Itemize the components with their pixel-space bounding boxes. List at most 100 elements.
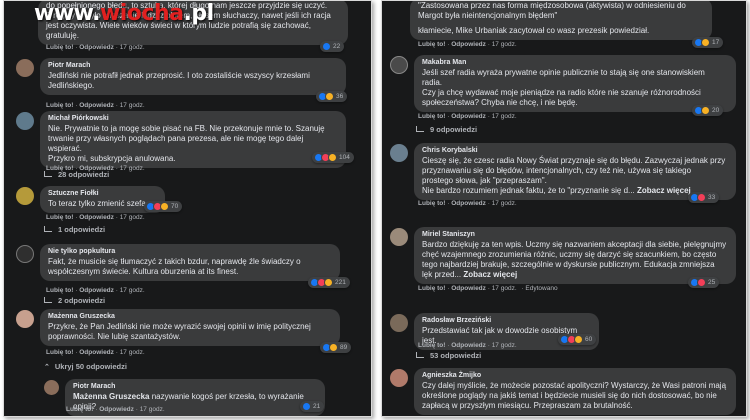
comment-author[interactable]: Agnieszka Żmijko xyxy=(422,371,728,381)
comment-actions: Lubię to! · Odpowiedz · 17 godz. xyxy=(46,102,145,109)
replies-label: 2 odpowiedzi xyxy=(58,296,106,305)
reply-link[interactable]: Odpowiedz xyxy=(99,406,134,413)
like-link[interactable]: Lubię to! xyxy=(46,287,73,294)
comment-bubble: Agnieszka Żmijko Czy dalej myślicie, że … xyxy=(414,368,736,415)
avatar[interactable] xyxy=(16,245,34,263)
reply-link[interactable]: Odpowiedz xyxy=(451,342,486,349)
chevron-up-icon: ⌃ xyxy=(44,363,50,371)
like-link[interactable]: Lubię to! xyxy=(46,102,73,109)
reaction-summary[interactable]: 221 xyxy=(308,277,350,288)
avatar[interactable] xyxy=(390,369,408,387)
view-replies-link[interactable]: 9 odpowiedzi xyxy=(416,125,477,134)
comment-actions: Lubię to! · Odpowiedz · 17 godz. xyxy=(66,406,165,413)
like-link[interactable]: Lubię to! xyxy=(418,113,445,120)
comment-author[interactable]: Nie tylko popkultura xyxy=(48,247,332,257)
comment-actions: Lubię to! · Odpowiedz · 17 godz. xyxy=(46,287,145,294)
comment-author[interactable]: Piotr Marach xyxy=(48,61,338,71)
timestamp: 17 godz. xyxy=(119,165,145,172)
like-link[interactable]: Lubię to! xyxy=(46,214,73,221)
comment-bubble: Nie tylko popkultura Fakt, że musicie si… xyxy=(40,244,340,281)
view-replies-link[interactable]: 53 odpowiedzi xyxy=(416,351,481,360)
reaction-count: 17 xyxy=(712,39,720,46)
view-replies-link[interactable]: 1 odpowiedzi xyxy=(44,225,105,234)
like-link[interactable]: Lubię to! xyxy=(418,41,445,48)
reply-link[interactable]: Odpowiedz xyxy=(451,285,486,292)
comment-bubble: Piotr Marach Jedliński nie potrafił jedn… xyxy=(40,58,346,95)
comment-text: trwanie przy własnych poglądach pana pre… xyxy=(48,134,304,153)
reply-link[interactable]: Odpowiedz xyxy=(79,287,114,294)
haha-reaction-icon xyxy=(160,202,169,211)
comment-author[interactable]: Chris Korybalski xyxy=(422,146,728,156)
like-link[interactable]: Lubię to! xyxy=(46,44,73,51)
avatar[interactable] xyxy=(16,59,34,77)
reaction-summary[interactable]: 33 xyxy=(688,192,720,203)
avatar[interactable] xyxy=(390,314,408,332)
avatar[interactable] xyxy=(16,310,34,328)
like-link[interactable]: Lubię to! xyxy=(66,406,93,413)
comment-author[interactable]: Radosław Brzeziński xyxy=(422,316,591,326)
hide-replies-link[interactable]: ⌃ Ukryj 50 odpowiedzi xyxy=(44,362,127,371)
comment-text: współczesnym świecie. Kultura oburzenia … xyxy=(48,267,239,276)
avatar[interactable] xyxy=(390,228,408,246)
comment-author[interactable]: Piotr Marach xyxy=(73,382,317,392)
reply-link[interactable]: Odpowiedz xyxy=(79,102,114,109)
reply-arrow-icon xyxy=(416,125,424,132)
timestamp: 17 godz. xyxy=(491,342,517,349)
reply-link[interactable]: Odpowiedz xyxy=(79,214,114,221)
comment-author[interactable]: Michał Piórkowski xyxy=(48,114,338,124)
avatar[interactable] xyxy=(44,380,59,395)
comment-text: chęć wzajemnego zrozumienia różnic, uczm… xyxy=(422,250,717,259)
reaction-summary[interactable]: 25 xyxy=(688,277,720,288)
avatar[interactable] xyxy=(16,187,34,205)
view-replies-link[interactable]: 28 odpowiedzi xyxy=(44,170,109,179)
comment-bubble: Makabra Man Jeśli szef radia wyraża pryw… xyxy=(414,55,736,112)
timestamp: 17 godz. xyxy=(119,44,145,51)
reply-link[interactable]: Odpowiedz xyxy=(79,44,114,51)
like-link[interactable]: Lubię to! xyxy=(418,200,445,207)
reaction-summary[interactable]: 70 xyxy=(144,201,183,212)
see-more-link[interactable]: Zobacz więcej xyxy=(463,270,517,279)
comment-author[interactable]: Sztuczne Fiołki xyxy=(48,189,157,199)
reply-link[interactable]: Odpowiedz xyxy=(451,113,486,120)
love-reaction-icon xyxy=(697,278,706,287)
avatar[interactable] xyxy=(390,56,408,74)
reaction-summary[interactable]: 17 xyxy=(692,37,724,48)
view-replies-link[interactable]: 2 odpowiedzi xyxy=(44,296,105,305)
comment-text: Czy ja chcę wydawać moje pieniądze na ra… xyxy=(422,88,701,97)
reaction-count: 221 xyxy=(335,279,346,286)
watermark-logo: www.wiocha.pl xyxy=(34,1,214,26)
reaction-summary[interactable]: 89 xyxy=(320,342,352,353)
mention-tag[interactable]: Mażenna Gruszecka xyxy=(73,392,149,401)
haha-reaction-icon xyxy=(701,38,710,47)
avatar[interactable] xyxy=(16,112,34,130)
reaction-summary[interactable]: 104 xyxy=(312,152,354,163)
reaction-summary[interactable]: 21 xyxy=(300,401,325,412)
comment-actions: Lubię to! · Odpowiedz · 17 godz. xyxy=(46,44,145,51)
avatar[interactable] xyxy=(390,144,408,162)
haha-reaction-icon xyxy=(329,343,338,352)
comment-author[interactable]: Makabra Man xyxy=(422,58,728,68)
like-link[interactable]: Lubię to! xyxy=(418,285,445,292)
comment-actions: Lubię to! · Odpowiedz · 17 godz. xyxy=(418,200,517,207)
comment-bubble-top: "Zastosowana przez nas forma międzosobow… xyxy=(410,1,712,40)
haha-reaction-icon xyxy=(324,278,333,287)
see-more-link[interactable]: Zobacz więcej xyxy=(637,186,691,195)
comment-bubble: Mażenna Gruszecka Przykre, że Pan Jedliń… xyxy=(40,309,340,346)
reaction-summary[interactable]: 36 xyxy=(316,91,348,102)
comment-author[interactable]: Miriel Staniszyn xyxy=(422,230,728,240)
like-link[interactable]: Lubię to! xyxy=(418,342,445,349)
reply-link[interactable]: Odpowiedz xyxy=(79,349,114,356)
comment-text: Fakt, że musicie się tłumaczyć z takich … xyxy=(48,257,301,266)
reaction-summary[interactable]: 22 xyxy=(320,41,345,52)
reply-link[interactable]: Odpowiedz xyxy=(451,41,486,48)
reply-link[interactable]: Odpowiedz xyxy=(451,200,486,207)
comment-text: To teraz tylko zmienić szefa. xyxy=(48,199,149,208)
like-link[interactable]: Lubię to! xyxy=(46,349,73,356)
comment-author[interactable]: Mażenna Gruszecka xyxy=(48,312,332,322)
replies-label: 9 odpowiedzi xyxy=(430,125,478,134)
watermark-suffix: .pl xyxy=(183,1,214,26)
comment-text: poprawności. Nie lubię szantażystów. xyxy=(48,332,181,341)
like-reaction-icon xyxy=(322,42,331,51)
reaction-summary[interactable]: 60 xyxy=(558,334,597,345)
reaction-summary[interactable]: 20 xyxy=(692,105,724,116)
